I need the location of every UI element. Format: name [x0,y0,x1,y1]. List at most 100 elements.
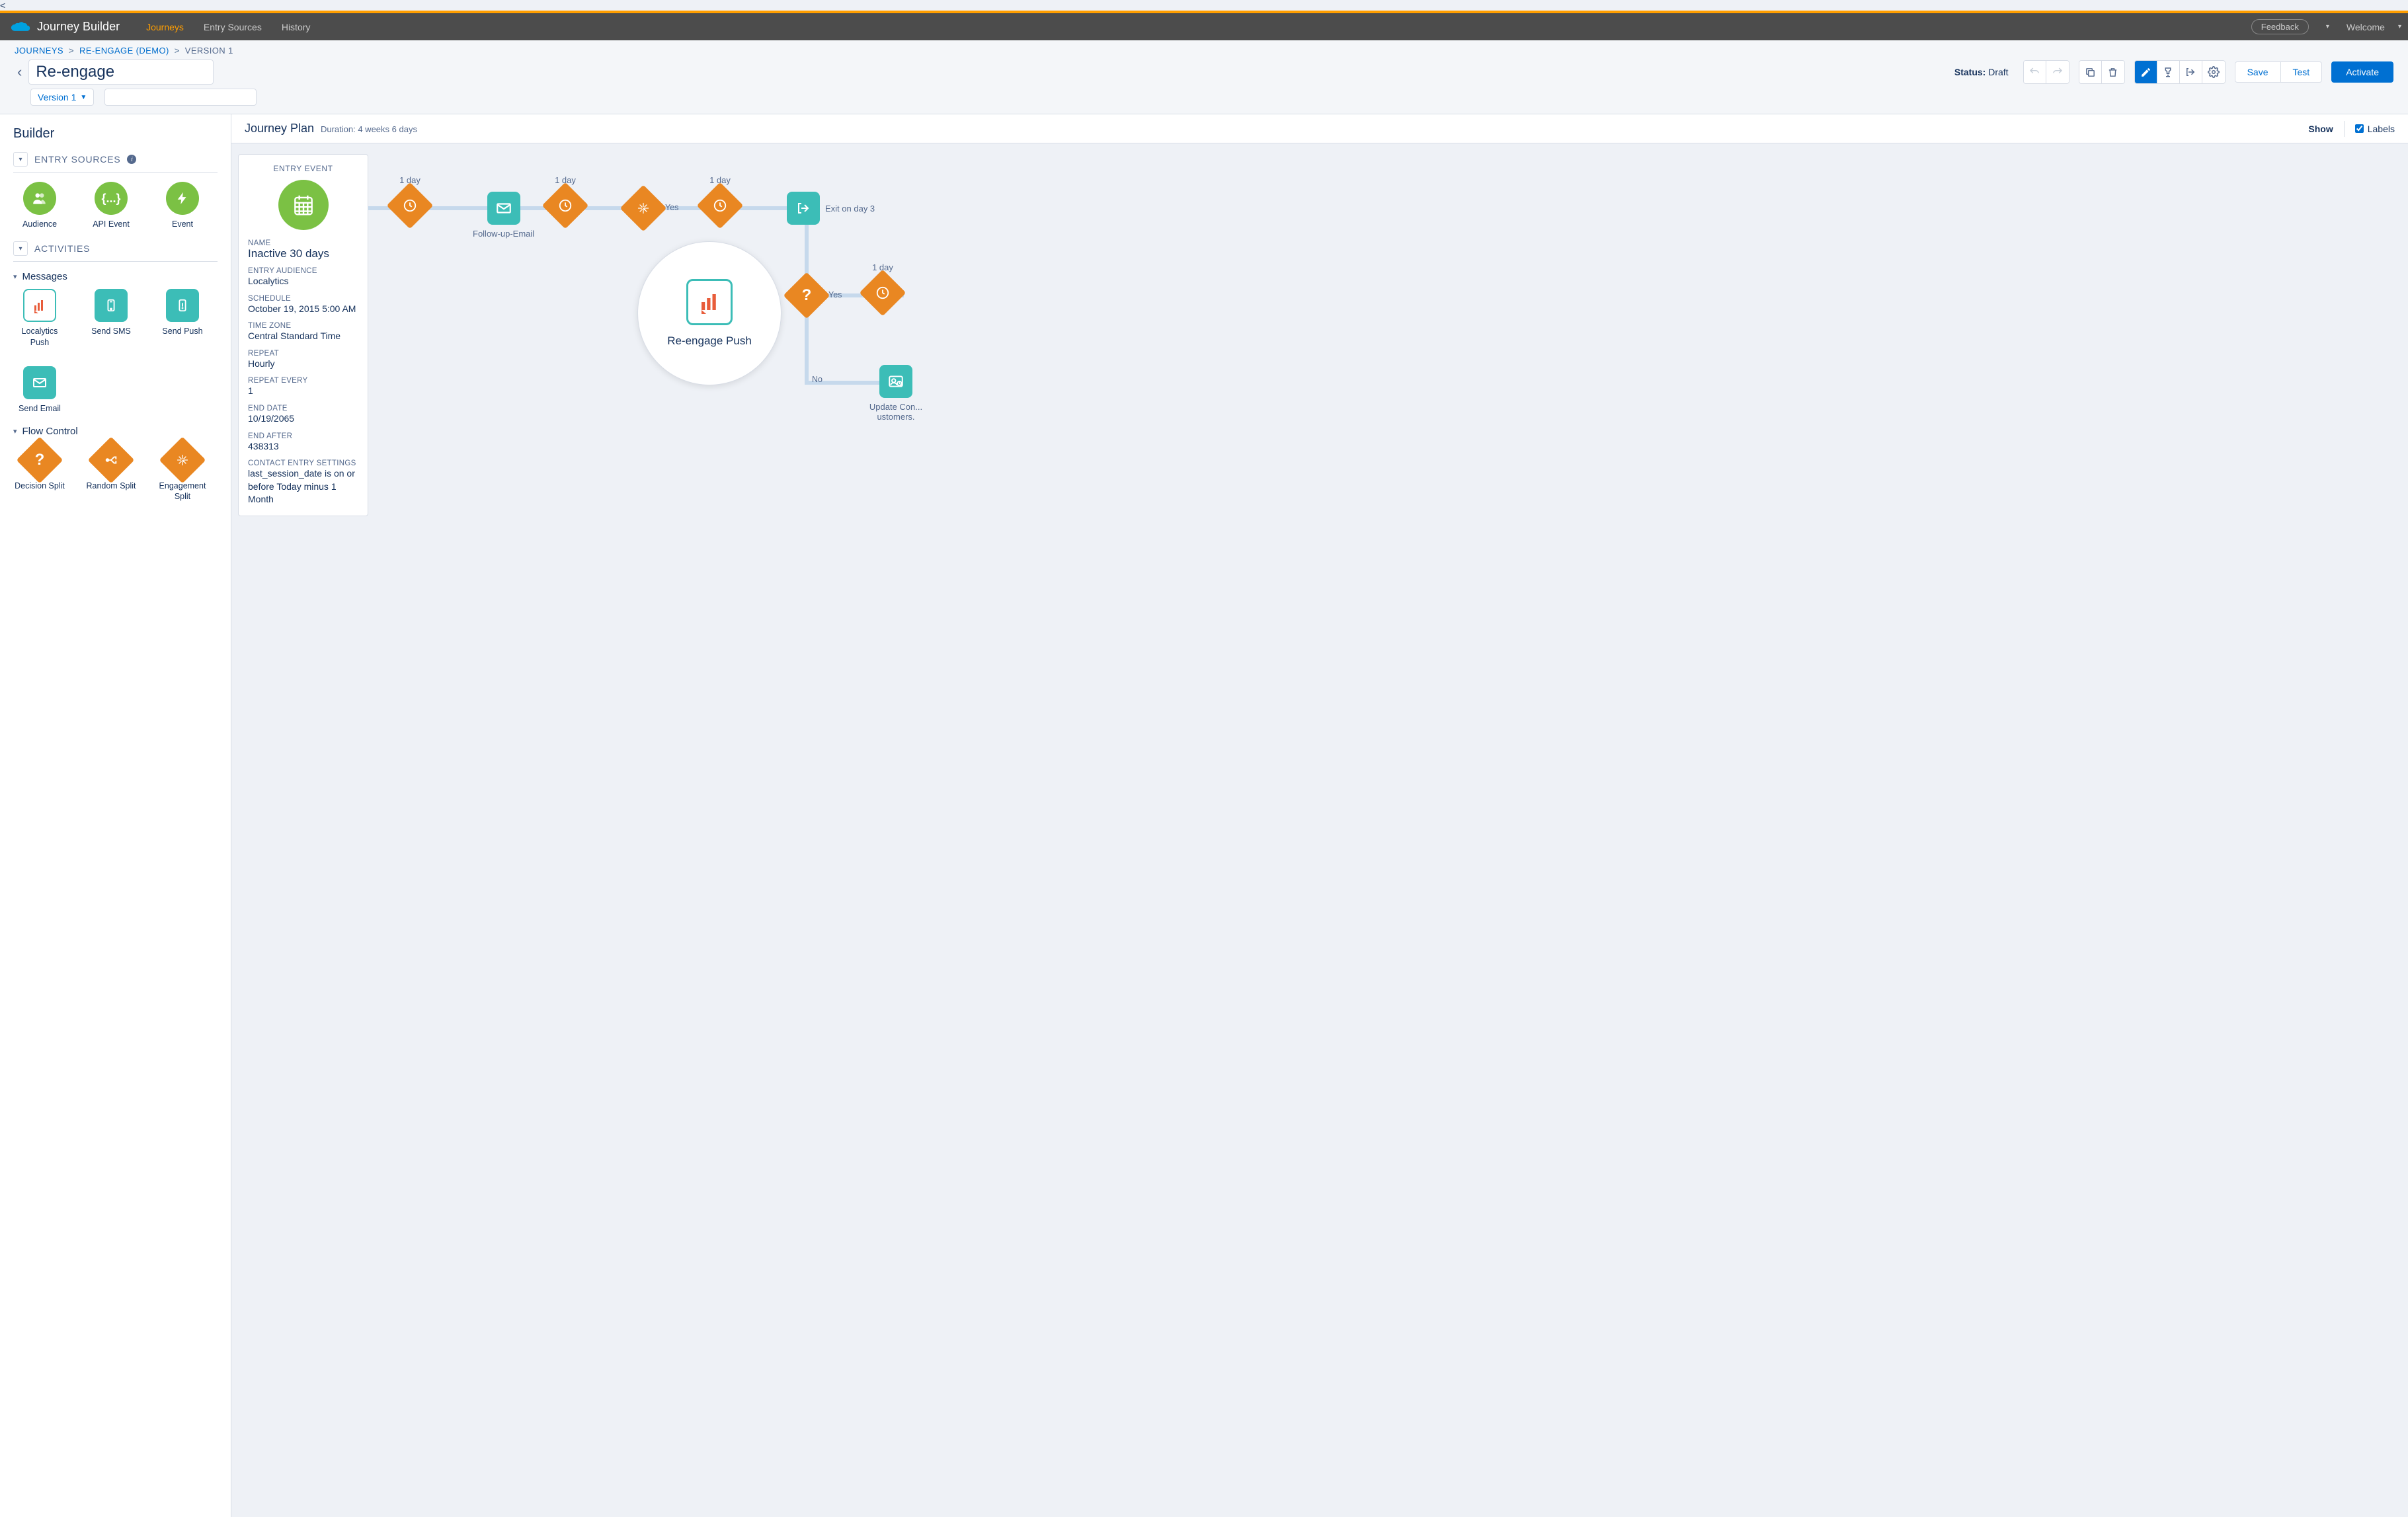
welcome-menu[interactable]: Welcome ▾ [2347,22,2401,32]
version-select[interactable]: Version 1 ▼ [30,89,94,106]
exit-criteria-button[interactable] [2180,61,2202,83]
goal-button[interactable] [2157,61,2180,83]
wait-node-4[interactable]: 1 day [866,262,899,309]
copy-button[interactable] [2079,61,2102,83]
chevron-down-icon: ▾ [13,272,17,281]
wait-node-2[interactable]: 1 day [549,175,582,222]
exit-node[interactable]: Exit on day 3 [787,192,875,225]
wait-node-3[interactable]: 1 day [703,175,737,222]
edit-group [2079,60,2125,84]
entry-repeat-every: REPEAT EVERY 1 [248,377,358,398]
nav-journeys[interactable]: Journeys [146,22,184,32]
entry-icon-wrap [248,180,358,230]
palette-label: Send Email [19,403,61,414]
labels-checkbox-input[interactable] [2355,124,2364,133]
app-title: Journey Builder [37,20,120,34]
palette-label: Send Push [162,326,202,336]
localytics-icon [23,289,56,322]
back-chevron-icon[interactable]: ‹ [15,63,24,81]
nav-entry-sources[interactable]: Entry Sources [204,22,262,32]
description-input[interactable] [104,89,257,106]
engagement-split-node[interactable] [627,192,660,225]
canvas[interactable]: ENTRY EVENT NAME Inactive 30 days ENTRY … [231,143,2408,1517]
palette-label: Event [172,219,193,229]
palette-audience[interactable]: Audience [13,182,66,229]
delete-button[interactable] [2102,61,2124,83]
topbar: Journey Builder Journeys Entry Sources H… [0,13,2408,40]
builder-title: Builder [13,126,218,141]
chevron-down-icon: ▾ [13,427,17,436]
update-label: Update Con... ustomers. [866,402,926,422]
palette-localytics-push[interactable]: Localytics Push [13,289,66,348]
palette-send-sms[interactable]: Send SMS [85,289,138,348]
breadcrumb-reengage[interactable]: RE-ENGAGE (DEMO) [79,46,169,56]
palette-api-event[interactable]: {...} API Event [85,182,138,229]
feedback-button[interactable]: Feedback [2251,19,2309,34]
save-button[interactable]: Save [2235,62,2281,82]
flow-header[interactable]: ▾ Flow Control [13,426,218,437]
version-label: Version 1 [38,92,76,102]
entry-audience: ENTRY AUDIENCE Localytics [248,267,358,288]
palette-random-split[interactable]: Random Split [85,444,138,502]
update-contact-icon [879,365,912,398]
palette-event[interactable]: Event [156,182,209,229]
plan-title-group: Journey Plan Duration: 4 weeks 6 days [245,122,417,136]
nav-history[interactable]: History [282,22,311,32]
event-icon [166,182,199,215]
labels-checkbox[interactable]: Labels [2355,124,2395,134]
palette-send-email[interactable]: Send Email [13,366,66,414]
header-row1: ‹ Status: Draft Save Test A [15,59,2393,85]
messages-header[interactable]: ▾ Messages [13,271,218,282]
entry-sources-title: ENTRY SOURCES [34,154,120,165]
entry-sources-header: ▾ ENTRY SOURCES i [13,152,218,173]
history-group [2023,60,2069,84]
branch-yes: Yes [665,203,678,212]
palette-decision-split[interactable]: ? Decision Split [13,444,66,502]
caret-down-icon: ▼ [80,94,87,101]
wait-node-1[interactable]: 1 day [393,175,426,222]
edit-mode-button[interactable] [2135,61,2157,83]
top-nav: Journeys Entry Sources History [146,22,2251,32]
breadcrumb-sep: > [69,46,74,56]
dropdown-icon[interactable]: ▾ [2322,23,2333,30]
palette-label: Send SMS [91,326,131,336]
exit-icon [787,192,820,225]
branch-yes-2: Yes [828,290,842,299]
flow-control-section: ▾ Flow Control ? Decision Split Random S… [13,426,218,502]
info-icon[interactable]: i [127,155,136,164]
plan-duration: Duration: 4 weeks 6 days [321,124,417,134]
redo-button[interactable] [2046,61,2069,83]
update-contact-node[interactable]: Update Con... ustomers. [866,365,926,422]
chevron-down-icon: ▾ [2398,23,2401,30]
activities-header: ▾ ACTIVITIES [13,241,218,262]
entry-timezone: TIME ZONE Central Standard Time [248,322,358,343]
clock-icon [866,276,899,309]
welcome-label: Welcome [2347,22,2385,32]
undo-button[interactable] [2024,61,2046,83]
breadcrumb-journeys[interactable]: JOURNEYS [15,46,63,56]
journey-title-input[interactable] [28,59,214,85]
mode-group [2134,60,2226,84]
entry-event-card[interactable]: ENTRY EVENT NAME Inactive 30 days ENTRY … [238,154,368,516]
collapse-activities[interactable]: ▾ [13,241,28,256]
show-label: Show [2308,124,2333,134]
activities-title: ACTIVITIES [34,243,90,254]
settings-button[interactable] [2202,61,2225,83]
test-button[interactable]: Test [2281,62,2322,82]
email-node[interactable]: Follow-up-Email [473,192,534,239]
audience-icon [23,182,56,215]
flow-label: Flow Control [22,426,78,437]
page-header: JOURNEYS > RE-ENGAGE (DEMO) > VERSION 1 … [0,40,2408,114]
entry-header: ENTRY EVENT [248,164,358,173]
collapse-entry-sources[interactable]: ▾ [13,152,28,167]
palette-engagement-split[interactable]: Engagement Split [156,444,209,502]
focus-reengage-push[interactable]: Re-engage Push [637,241,782,385]
decision-split-node[interactable]: ? [790,279,823,312]
palette-send-push[interactable]: Send Push [156,289,209,348]
messages-section: ▾ Messages Localytics Push Send SMS Send… [13,271,218,414]
entry-name: NAME Inactive 30 days [248,239,358,260]
activate-button[interactable]: Activate [2331,61,2393,83]
breadcrumb: JOURNEYS > RE-ENGAGE (DEMO) > VERSION 1 [15,46,2393,56]
cloud-icon [11,20,30,34]
decision-icon: ? [790,279,823,312]
